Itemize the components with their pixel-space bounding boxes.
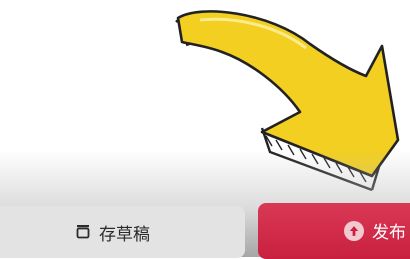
publish-button[interactable]: 发布 xyxy=(258,203,410,259)
upload-arrow-icon xyxy=(344,221,364,241)
save-draft-button[interactable]: 存草稿 xyxy=(0,206,245,258)
publish-label: 发布 xyxy=(372,222,406,243)
bottom-action-bar: 存草稿 发布 xyxy=(0,199,410,259)
save-draft-label: 存草稿 xyxy=(99,224,150,245)
draft-box-icon xyxy=(75,223,91,239)
